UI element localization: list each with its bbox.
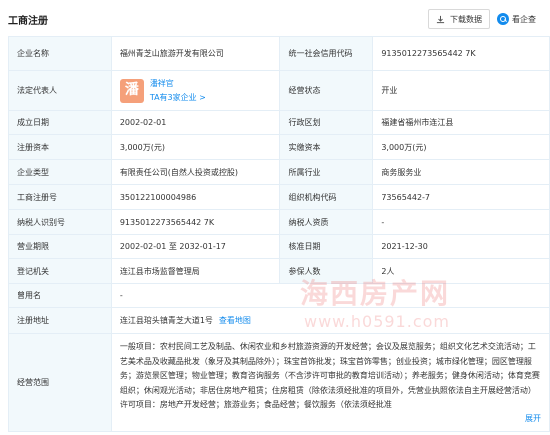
table-row: 经营范围 一般项目：农村民间工艺及制品、休闲农业和乡村旅游资源的开发经营；会议及… (9, 334, 550, 432)
taxpayer-qual-label: 纳税人资质 (280, 210, 374, 234)
legal-rep-companies-link[interactable]: TA有3家企业 > (150, 92, 206, 103)
paid-capital-value: 3,000万(元) (373, 135, 550, 159)
approval-date-label: 核准日期 (280, 235, 374, 258)
table-row: 工商注册号 350122100004986 组织机构代码 73565442-7 (9, 185, 550, 210)
company-type-value: 有限责任公司(自然人投资或控股) (112, 160, 281, 184)
registration-table: 企业名称 福州青芝山旅游开发有限公司 统一社会信用代码 913501227356… (8, 36, 550, 432)
view-map-link[interactable]: 查看地图 (219, 315, 251, 326)
download-data-button[interactable]: 下载数据 (428, 9, 490, 29)
region-value: 福建省福州市连江县 (373, 111, 550, 134)
industry-value: 商务服务业 (373, 160, 550, 184)
view-report-button[interactable]: 看企查 (497, 9, 536, 29)
table-row: 纳税人识别号 9135012273565442 7K 纳税人资质 - (9, 210, 550, 235)
org-code-label: 组织机构代码 (280, 185, 374, 209)
legal-rep-label: 法定代表人 (9, 71, 112, 110)
insured-value: 2人 (373, 259, 550, 283)
section-header: 工商注册 下载数据 看企查 (0, 0, 550, 36)
credit-code-value: 9135012273565442 7K (373, 37, 550, 70)
download-data-label: 下载数据 (450, 14, 482, 24)
paid-capital-label: 实缴资本 (280, 135, 374, 159)
region-label: 行政区划 (280, 111, 374, 134)
scope-cell: 一般项目：农村民间工艺及制品、休闲农业和乡村旅游资源的开发经营；会议及展览服务；… (112, 334, 550, 431)
table-row: 注册地址 连江县琯头镇青芝大道1号 查看地图 (9, 308, 550, 334)
table-row: 企业名称 福州青芝山旅游开发有限公司 统一社会信用代码 913501227356… (9, 37, 550, 71)
reg-authority-label: 登记机关 (9, 259, 112, 283)
status-label: 经营状态 (280, 71, 374, 110)
legal-rep-cell: 潘 潘祥官 TA有3家企业 > (112, 71, 281, 110)
legal-rep-name-link[interactable]: 潘祥官 (150, 78, 206, 89)
found-date-value: 2002-02-01 (112, 111, 281, 134)
taxpayer-qual-value: - (373, 210, 550, 234)
company-name-label: 企业名称 (9, 37, 112, 70)
download-icon (436, 15, 445, 23)
taxpayer-id-value: 9135012273565442 7K (112, 210, 281, 234)
search-report-icon (497, 13, 509, 25)
reg-no-label: 工商注册号 (9, 185, 112, 209)
table-row: 营业期限 2002-02-01 至 2032-01-17 核准日期 2021-1… (9, 235, 550, 259)
expand-link[interactable]: 展开 (521, 411, 541, 426)
section-title: 工商注册 (8, 16, 48, 27)
table-row: 注册资本 3,000万(元) 实缴资本 3,000万(元) (9, 135, 550, 160)
company-name-value: 福州青芝山旅游开发有限公司 (112, 37, 281, 70)
found-date-label: 成立日期 (9, 111, 112, 134)
biz-term-value: 2002-02-01 至 2032-01-17 (112, 235, 281, 258)
table-row: 企业类型 有限责任公司(自然人投资或控股) 所属行业 商务服务业 (9, 160, 550, 185)
address-cell: 连江县琯头镇青芝大道1号 查看地图 (112, 308, 550, 333)
view-report-label: 看企查 (512, 14, 536, 24)
reg-no-value: 350122100004986 (112, 185, 281, 209)
status-value: 开业 (373, 71, 550, 110)
reg-capital-value: 3,000万(元) (112, 135, 281, 159)
reg-capital-label: 注册资本 (9, 135, 112, 159)
taxpayer-id-label: 纳税人识别号 (9, 210, 112, 234)
address-value: 连江县琯头镇青芝大道1号 (119, 316, 213, 325)
former-name-value: - (112, 284, 550, 307)
table-row: 曾用名 - (9, 284, 550, 308)
address-label: 注册地址 (9, 308, 112, 333)
legal-rep-avatar[interactable]: 潘 (119, 78, 144, 103)
scope-value: 一般项目：农村民间工艺及制品、休闲农业和乡村旅游资源的开发经营；会议及展览服务；… (119, 342, 540, 409)
approval-date-value: 2021-12-30 (373, 235, 550, 258)
insured-label: 参保人数 (280, 259, 374, 283)
table-row: 法定代表人 潘 潘祥官 TA有3家企业 > 经营状态 开业 (9, 71, 550, 111)
table-row: 登记机关 连江县市场监督管理局 参保人数 2人 (9, 259, 550, 284)
reg-authority-value: 连江县市场监督管理局 (112, 259, 281, 283)
former-name-label: 曾用名 (9, 284, 112, 307)
org-code-value: 73565442-7 (373, 185, 550, 209)
industry-label: 所属行业 (280, 160, 374, 184)
credit-code-label: 统一社会信用代码 (280, 37, 374, 70)
scope-label: 经营范围 (9, 334, 112, 431)
table-row: 成立日期 2002-02-01 行政区划 福建省福州市连江县 (9, 111, 550, 135)
company-type-label: 企业类型 (9, 160, 112, 184)
biz-term-label: 营业期限 (9, 235, 112, 258)
